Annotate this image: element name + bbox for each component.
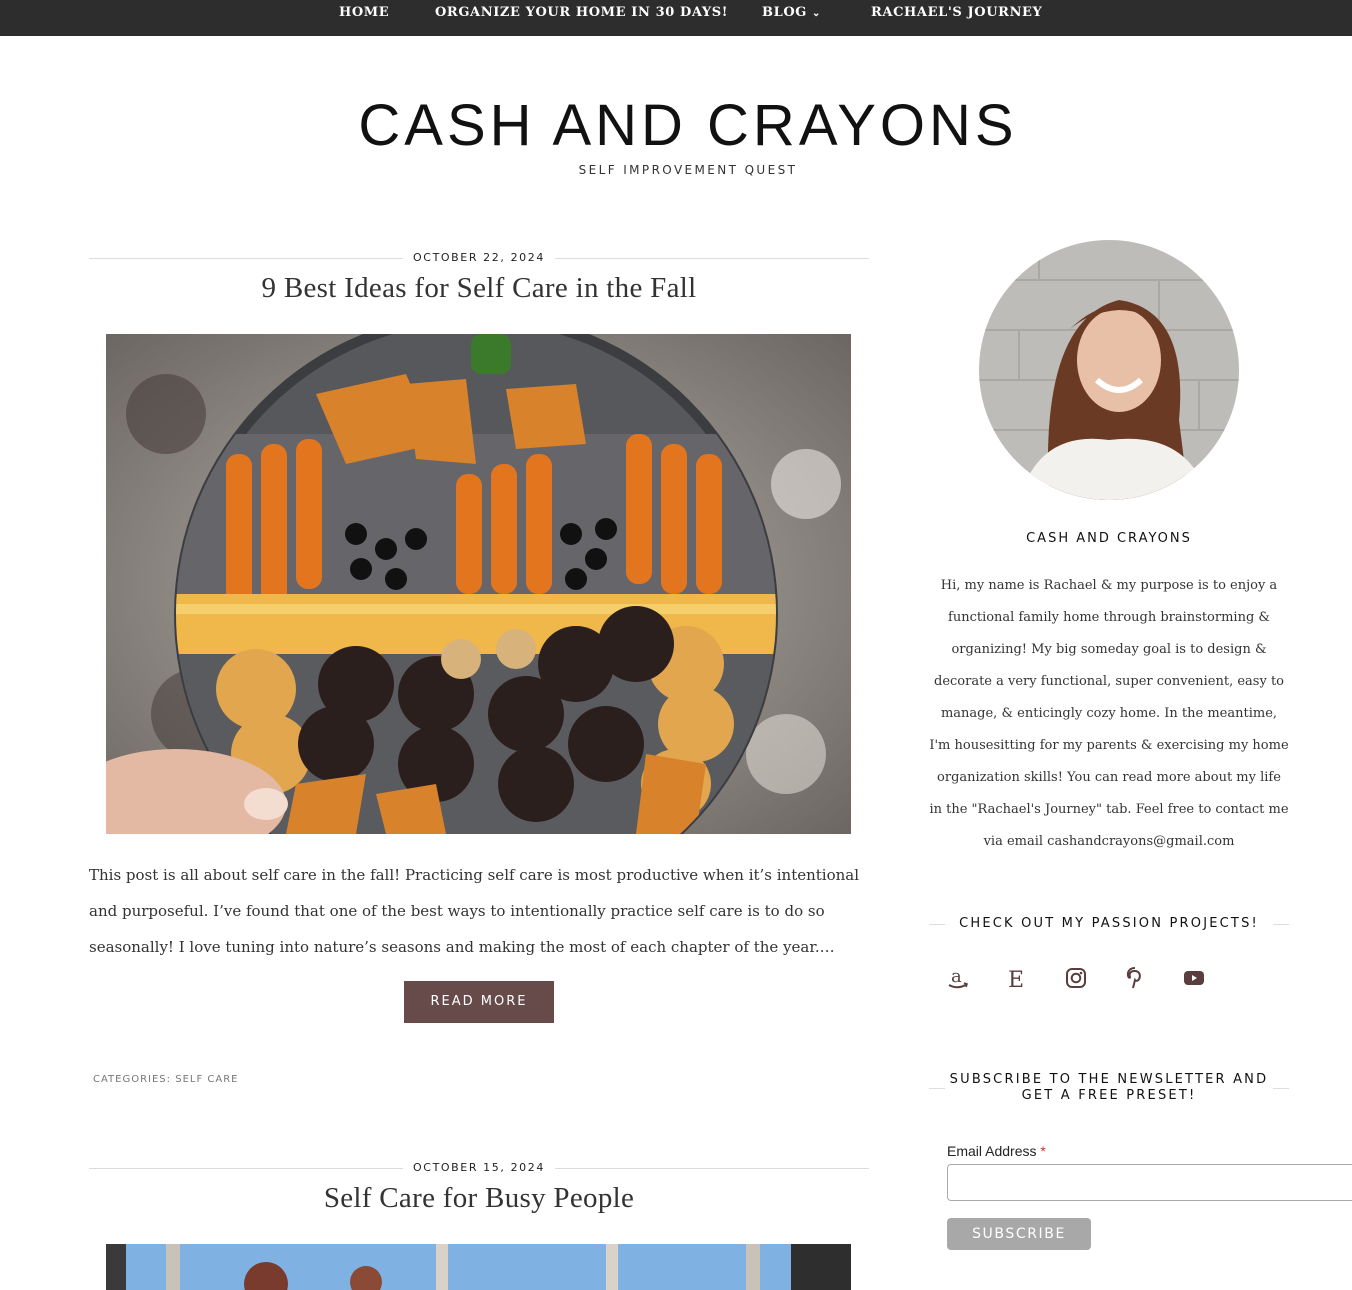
subscribe-button[interactable]: SUBSCRIBE [947,1218,1091,1250]
nav-item-blog[interactable]: BLOG ⌄ [762,5,821,20]
post-featured-image[interactable] [106,1244,851,1290]
chevron-down-icon: ⌄ [811,8,821,19]
nav-item-organize[interactable]: ORGANIZE YOUR HOME IN 30 DAYS! [435,5,728,20]
instagram-icon[interactable] [1062,964,1090,992]
post-title[interactable]: Self Care for Busy People [89,1182,869,1215]
post-featured-image[interactable] [106,334,851,834]
heading-divider [929,924,945,925]
nav-item-rachaels-journey[interactable]: RACHAEL'S JOURNEY [871,5,1042,20]
email-address-label: Email Address * [947,1143,1046,1159]
etsy-icon[interactable]: E [1003,964,1031,992]
author-avatar [979,240,1239,500]
youtube-icon[interactable] [1180,964,1208,992]
newsletter-heading-line1: SUBSCRIBE TO THE NEWSLETTER AND [949,1072,1269,1087]
nav-item-home[interactable]: HOME [339,5,389,20]
top-navigation: HOME ORGANIZE YOUR HOME IN 30 DAYS! BLOG… [0,0,1352,36]
newsletter-heading-line2: GET A FREE PRESET! [1021,1088,1197,1103]
post-title[interactable]: 9 Best Ideas for Self Care in the Fall [89,272,869,305]
post-excerpt: This post is all about self care in the … [89,866,860,956]
category-link-self-care[interactable]: SELF CARE [175,1074,238,1085]
post-date-row: OCTOBER 22, 2024 [89,251,869,265]
window-sky-photo [106,1244,851,1290]
post-date: OCTOBER 22, 2024 [403,251,555,264]
amazon-icon[interactable]: a [944,964,972,992]
heading-divider [1273,1088,1289,1089]
heading-divider [929,1088,945,1089]
sidebar-bio: Hi, my name is Rachael & my purpose is t… [929,578,1289,849]
author-photo [979,240,1239,500]
newsletter-heading: SUBSCRIBE TO THE NEWSLETTER AND GET A FR… [929,1072,1289,1104]
snack-board-photo [106,334,851,834]
sidebar-author-name: CASH AND CRAYONS [1026,531,1192,546]
passion-projects-heading-text: CHECK OUT MY PASSION PROJECTS! [959,916,1259,931]
email-input[interactable] [947,1164,1352,1201]
passion-projects-heading: CHECK OUT MY PASSION PROJECTS! [929,916,1289,932]
site-title[interactable]: CASH AND CRAYONS [0,92,1352,159]
post-date-row: OCTOBER 15, 2024 [89,1161,869,1175]
read-more-button[interactable]: READ MORE [404,981,554,1023]
svg-text:E: E [1008,968,1024,991]
categories-label: CATEGORIES: [93,1074,172,1085]
post-date: OCTOBER 15, 2024 [403,1161,555,1174]
post-categories: CATEGORIES: SELF CARE [93,1074,238,1085]
svg-text:a: a [951,966,962,987]
nav-item-blog-label: BLOG [762,5,807,20]
pinterest-icon[interactable] [1121,964,1149,992]
required-asterisk: * [1040,1143,1046,1159]
heading-divider [1273,924,1289,925]
email-label-text: Email Address [947,1143,1037,1159]
site-tagline: SELF IMPROVEMENT QUEST [578,163,798,177]
